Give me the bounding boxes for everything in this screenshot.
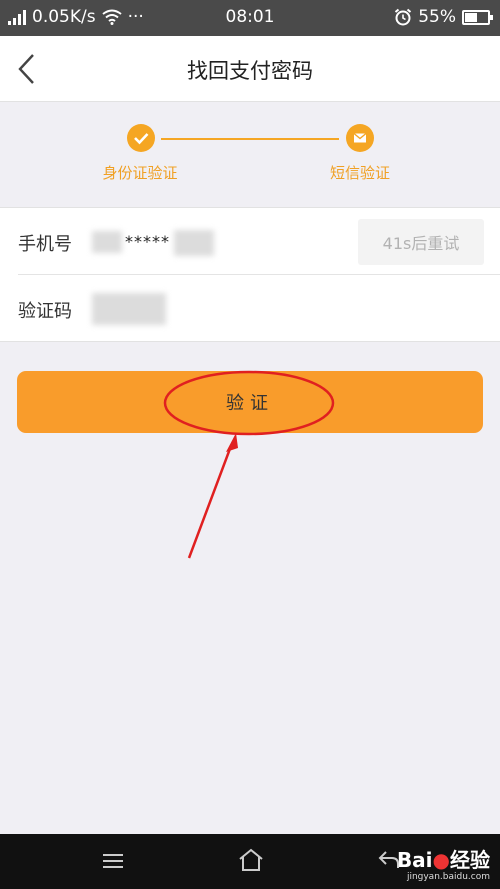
step-2-dot xyxy=(346,124,374,152)
watermark-logo: Bai●经验 xyxy=(397,844,490,873)
system-nav-bar: Bai●经验 jingyan.baidu.com xyxy=(0,834,500,889)
phone-row: 手机号 ***** 41s后重试 xyxy=(0,208,500,275)
verify-form: 手机号 ***** 41s后重试 验证码 xyxy=(0,207,500,342)
verify-button[interactable]: 验证 xyxy=(17,371,483,433)
home-icon[interactable] xyxy=(238,848,264,872)
code-row: 验证码 xyxy=(0,275,500,342)
page-title: 找回支付密码 xyxy=(187,59,313,83)
watermark-domain: jingyan.baidu.com xyxy=(406,872,490,882)
phone-value: ***** xyxy=(125,232,170,251)
check-icon xyxy=(134,133,149,145)
step-indicator: 身份证验证 短信验证 xyxy=(0,102,500,206)
step-connector xyxy=(161,138,339,140)
code-input[interactable] xyxy=(92,293,166,325)
paw-icon: ● xyxy=(432,848,450,872)
step-1-label: 身份证验证 xyxy=(102,164,178,182)
alarm-icon xyxy=(395,8,412,26)
annotation-arrow xyxy=(187,445,233,559)
mail-icon xyxy=(353,132,367,143)
phone-label: 手机号 xyxy=(18,234,72,255)
annotation-arrowhead xyxy=(226,433,238,452)
phone-blur-left xyxy=(92,231,122,253)
menu-icon[interactable] xyxy=(102,853,124,869)
status-bar: 0.05K/s ··· 08:01 55% xyxy=(0,0,500,36)
battery-percent: 55% xyxy=(418,7,456,27)
battery-icon xyxy=(462,9,493,25)
step-2-label: 短信验证 xyxy=(329,164,390,182)
header: 找回支付密码 xyxy=(0,36,500,102)
watermark-suffix: 经验 xyxy=(450,848,490,872)
step-1-dot xyxy=(127,124,155,152)
phone-blur-right xyxy=(174,230,214,256)
code-label: 验证码 xyxy=(18,301,72,322)
watermark-brand: Bai xyxy=(396,848,433,872)
resend-code-button[interactable]: 41s后重试 xyxy=(358,219,484,265)
